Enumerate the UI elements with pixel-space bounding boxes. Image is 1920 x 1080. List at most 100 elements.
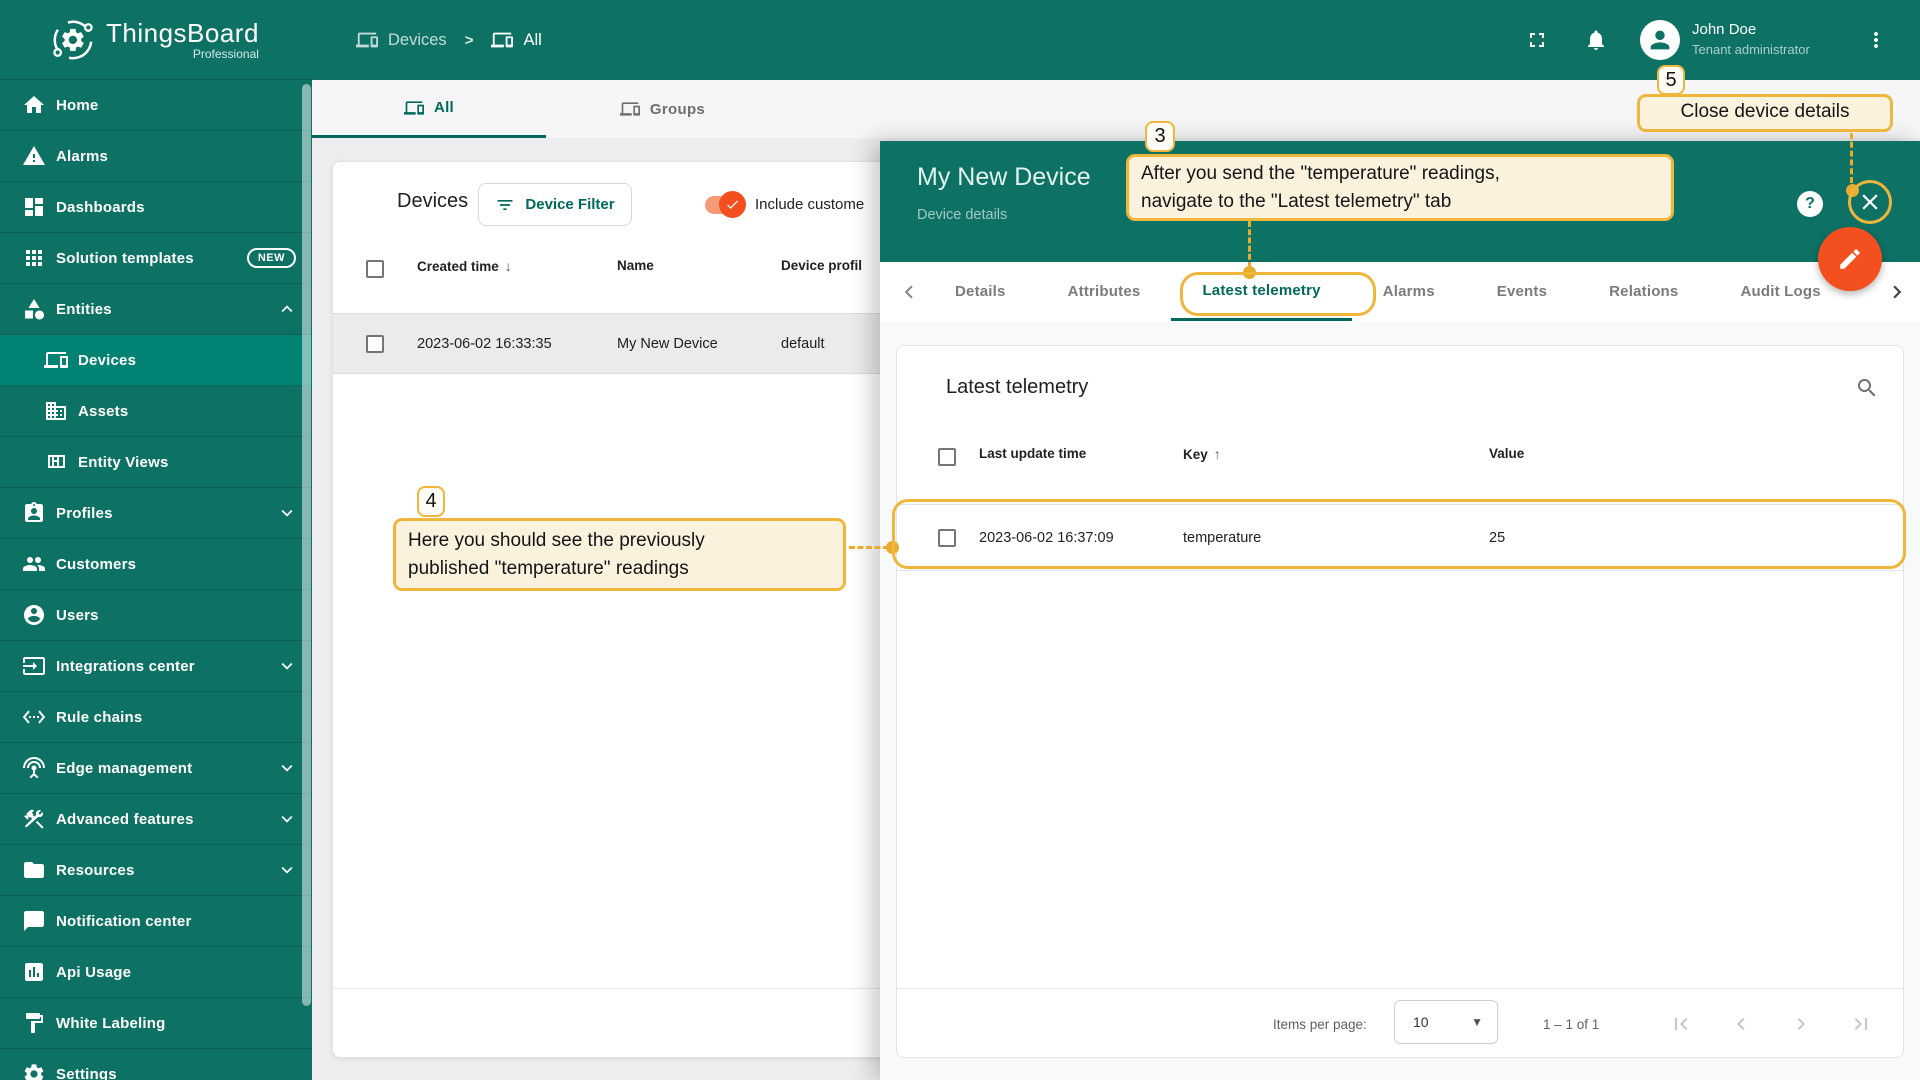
last-page-button[interactable] bbox=[1843, 1006, 1879, 1042]
cell-last-update-time: 2023-06-02 16:37:09 bbox=[979, 530, 1114, 546]
panel-tabs: Details Attributes Latest telemetry Alarms E… bbox=[924, 262, 1852, 321]
settings-icon bbox=[22, 1062, 46, 1080]
tab-groups[interactable]: Groups bbox=[546, 80, 779, 138]
sidebar-item-notification-center[interactable]: Notification center bbox=[0, 896, 312, 947]
column-last-update-time[interactable]: Last update time bbox=[979, 446, 1086, 461]
items-per-page-select[interactable]: 10 ▼ bbox=[1394, 1000, 1498, 1044]
panel-tab-latest-telemetry[interactable]: Latest telemetry bbox=[1171, 262, 1352, 321]
sidebar-item-users[interactable]: Users bbox=[0, 590, 312, 641]
column-key[interactable]: Key ↑ bbox=[1183, 446, 1221, 462]
sidebar-item-api-usage[interactable]: Api Usage bbox=[0, 947, 312, 998]
cell-key: temperature bbox=[1183, 530, 1262, 546]
tabs-scroll-right-icon[interactable] bbox=[1884, 279, 1910, 305]
entity-views-icon bbox=[44, 450, 68, 474]
brand-logo[interactable]: ThingsBoard Professional bbox=[0, 0, 312, 80]
sidebar-item-entity-views[interactable]: Entity Views bbox=[0, 437, 312, 488]
user-role: Tenant administrator bbox=[1692, 42, 1810, 57]
telemetry-section-title: Latest telemetry bbox=[946, 376, 1089, 398]
assets-icon bbox=[44, 399, 68, 423]
sidebar-item-profiles[interactable]: Profiles bbox=[0, 488, 312, 539]
select-all-checkbox[interactable] bbox=[938, 448, 956, 466]
sidebar-item-advanced-features[interactable]: Advanced features bbox=[0, 794, 312, 845]
paginator-range-label: 1 – 1 of 1 bbox=[1543, 1017, 1600, 1032]
top-header: Devices > All John Doe Tenant administra… bbox=[312, 0, 1920, 80]
include-customer-toggle[interactable] bbox=[705, 191, 746, 218]
panel-tabs-bar: Details Attributes Latest telemetry Alarms E… bbox=[880, 262, 1920, 321]
chevron-down-icon: ▼ bbox=[1471, 1015, 1483, 1029]
panel-title: My New Device bbox=[917, 163, 1091, 191]
tab-all[interactable]: All bbox=[312, 80, 546, 138]
panel-tab-alarms[interactable]: Alarms bbox=[1352, 262, 1466, 321]
sidebar-item-entities[interactable]: Entities bbox=[0, 284, 312, 335]
sidebar-scrollbar[interactable] bbox=[302, 84, 311, 1006]
select-all-checkbox[interactable] bbox=[366, 260, 384, 278]
tabs-scroll-left-icon[interactable] bbox=[896, 279, 922, 305]
sidebar-item-label: Customers bbox=[56, 555, 137, 573]
cell-device-profile: default bbox=[781, 336, 825, 352]
sidebar-item-integrations-center[interactable]: Integrations center bbox=[0, 641, 312, 692]
sidebar-item-resources[interactable]: Resources bbox=[0, 845, 312, 896]
row-checkbox[interactable] bbox=[938, 529, 956, 547]
pencil-icon bbox=[1840, 249, 1860, 269]
chevron-down-icon[interactable] bbox=[276, 502, 298, 524]
first-page-button[interactable] bbox=[1663, 1006, 1699, 1042]
sidebar: ThingsBoard Professional Home Alarms Dashb… bbox=[0, 0, 312, 1080]
items-per-page-label: Items per page: bbox=[1273, 1017, 1367, 1032]
column-device-profile[interactable]: Device profil bbox=[781, 258, 862, 273]
panel-tab-events[interactable]: Events bbox=[1466, 262, 1578, 321]
sidebar-item-solution-templates[interactable]: Solution templates NEW bbox=[0, 233, 312, 284]
fullscreen-icon[interactable] bbox=[1525, 28, 1549, 52]
sidebar-item-home[interactable]: Home bbox=[0, 80, 312, 131]
sidebar-item-assets[interactable]: Assets bbox=[0, 386, 312, 437]
column-name[interactable]: Name bbox=[617, 258, 654, 273]
search-icon[interactable] bbox=[1855, 376, 1879, 400]
kebab-menu-icon[interactable] bbox=[1864, 28, 1888, 52]
help-icon[interactable]: ? bbox=[1797, 191, 1823, 217]
sidebar-item-label: Entity Views bbox=[78, 453, 169, 471]
white-labeling-icon bbox=[22, 1011, 46, 1035]
user-info[interactable]: John Doe Tenant administrator bbox=[1692, 20, 1810, 60]
sidebar-item-alarms[interactable]: Alarms bbox=[0, 131, 312, 182]
next-page-button[interactable] bbox=[1783, 1006, 1819, 1042]
edge-management-icon bbox=[22, 756, 46, 780]
edit-fab-button[interactable] bbox=[1818, 227, 1882, 291]
sidebar-item-label: Assets bbox=[78, 402, 129, 420]
column-created-time[interactable]: Created time ↓ bbox=[417, 258, 512, 274]
sidebar-item-label: Api Usage bbox=[56, 963, 132, 981]
panel-tab-details[interactable]: Details bbox=[924, 262, 1037, 321]
chevron-down-icon[interactable] bbox=[276, 808, 298, 830]
column-value[interactable]: Value bbox=[1489, 446, 1524, 461]
sidebar-item-settings[interactable]: Settings bbox=[0, 1049, 312, 1080]
chevron-down-icon[interactable] bbox=[276, 655, 298, 677]
sidebar-item-label: Advanced features bbox=[56, 810, 194, 828]
close-icon[interactable] bbox=[1857, 189, 1883, 215]
breadcrumb-devices[interactable]: Devices bbox=[356, 29, 447, 51]
notifications-bell-icon[interactable] bbox=[1584, 28, 1608, 52]
sidebar-item-devices[interactable]: Devices bbox=[0, 335, 312, 386]
sidebar-item-white-labeling[interactable]: White Labeling bbox=[0, 998, 312, 1049]
sidebar-item-customers[interactable]: Customers bbox=[0, 539, 312, 590]
breadcrumb-all[interactable]: All bbox=[491, 29, 542, 51]
sidebar-item-label: Dashboards bbox=[56, 198, 145, 216]
panel-tab-relations[interactable]: Relations bbox=[1578, 262, 1709, 321]
chevron-up-icon[interactable] bbox=[276, 298, 298, 320]
filter-icon bbox=[497, 199, 513, 210]
panel-tab-attributes[interactable]: Attributes bbox=[1037, 262, 1172, 321]
chevron-down-icon[interactable] bbox=[276, 859, 298, 881]
entities-icon bbox=[22, 297, 46, 321]
device-filter-button[interactable]: Device Filter bbox=[478, 183, 632, 226]
user-avatar[interactable] bbox=[1640, 20, 1680, 60]
sidebar-item-label: Devices bbox=[78, 351, 137, 369]
devices-icon bbox=[491, 32, 514, 48]
dashboards-icon bbox=[22, 195, 46, 219]
sidebar-item-edge-management[interactable]: Edge management bbox=[0, 743, 312, 794]
previous-page-button[interactable] bbox=[1723, 1006, 1759, 1042]
devices-icon bbox=[356, 32, 378, 48]
chevron-down-icon[interactable] bbox=[276, 757, 298, 779]
sidebar-item-rule-chains[interactable]: Rule chains bbox=[0, 692, 312, 743]
telemetry-table-row[interactable]: 2023-06-02 16:37:09 temperature 25 bbox=[897, 504, 1903, 571]
sidebar-item-dashboards[interactable]: Dashboards bbox=[0, 182, 312, 233]
telemetry-card: Latest telemetry Last update time Key ↑ V… bbox=[896, 345, 1904, 1058]
sidebar-item-label: Notification center bbox=[56, 912, 192, 930]
row-checkbox[interactable] bbox=[366, 335, 384, 353]
